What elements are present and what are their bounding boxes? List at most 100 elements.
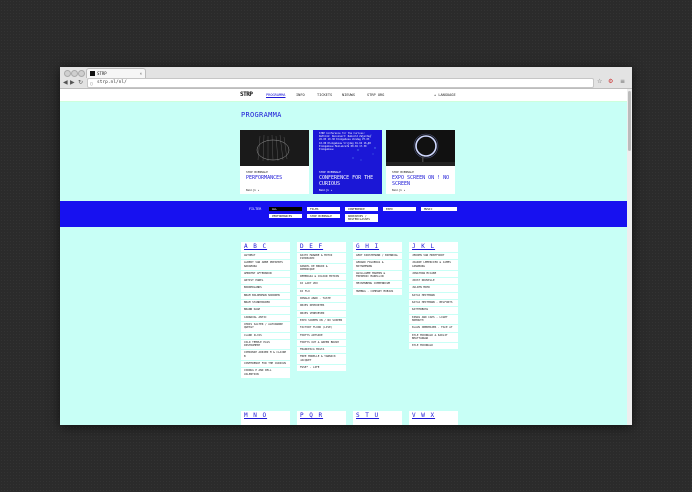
list-item[interactable]: FACTORY FLOOR (LIVE)	[297, 324, 346, 331]
filter-conference[interactable]: CONFERENCE	[345, 207, 378, 211]
list-item[interactable]: KLAUS OBERMAIER - FACE AT	[409, 324, 458, 331]
reload-button[interactable]: ↻	[78, 79, 83, 86]
language-selector[interactable]: ▴ LANGUAGE	[434, 92, 456, 98]
list-item[interactable]: JOANIE LEMERCIER & JAMES GINZBURG	[409, 259, 458, 270]
bookmark-star-icon[interactable]: ☆	[597, 78, 602, 86]
list-item[interactable]: JEROEN VAN MONTFOORT	[409, 252, 458, 259]
column-heading: V W X	[412, 412, 436, 419]
filter-strp-biennale[interactable]: STRP BIENNALE	[307, 214, 340, 218]
menu-icon[interactable]: ≡	[620, 78, 625, 86]
list-item[interactable]: DAITO MANABE & MOTOI ISHIBASHI	[297, 252, 346, 263]
list-item[interactable]: AUTOMAT	[241, 252, 290, 259]
list-item[interactable]: AMBIENT AFTERNOON	[241, 269, 290, 277]
card-performances[interactable]: STRP BIENNALE PERFORMANCES Bekijk ▸	[240, 130, 309, 194]
list-item[interactable]: ARTIST PANEL	[241, 277, 290, 284]
column-heading: G H I	[356, 243, 380, 250]
index-column-def: D E F DAITO MANABE & MOTOI ISHIBASHI DAN…	[297, 242, 346, 372]
list-item[interactable]: BRAM STANDHOUDER	[241, 299, 290, 306]
list-item[interactable]: JONATHAN MCCABE	[409, 269, 458, 277]
list-item[interactable]: COLD TEMPLE PLUS INSTRUMENT	[241, 338, 290, 350]
list-item[interactable]: GUILLAUME MARMIN & FREDERIC MARELLIN	[353, 269, 402, 281]
list-item[interactable]: KATJA HEITMANN	[409, 291, 458, 299]
filter-expo[interactable]: EXPO	[383, 207, 416, 211]
filter-music[interactable]: MUSIC	[421, 207, 457, 211]
list-item[interactable]: COMPANIE ADRIEN M & CLAIRE B	[241, 349, 290, 360]
filter-bar: FILTER ALL FILMS CONFERENCE EXPO MUSIC P…	[60, 201, 627, 227]
list-item[interactable]: KATJA HEITMANN - BELFORTS	[409, 299, 458, 306]
column-heading: A B C	[244, 243, 268, 250]
card-title[interactable]: CONFERENCE FOR THE CURIOUS	[319, 175, 379, 187]
list-item[interactable]: BORDERLANDS	[241, 284, 290, 291]
card-more-link[interactable]: Bekijk ▸	[392, 188, 405, 192]
list-item[interactable]: CHRIS SALTER / ALEXANDRE QUESSY	[241, 320, 290, 332]
list-item[interactable]: KYLE MCDONALD	[409, 342, 458, 349]
card-expo[interactable]: STRP BIENNALE EXPO SCREEN ON ! NO SCREEN…	[386, 130, 455, 194]
close-window-button[interactable]	[64, 70, 71, 77]
list-item[interactable]: GERT KIRSTEMANN / BIENNIAL	[353, 252, 402, 259]
nav-strp-org[interactable]: STRP ORG	[367, 92, 384, 98]
index-column-abc: A B C AUTOMAT ALBERT VAN ABBE PRESENTS N…	[241, 242, 290, 378]
nav-tickets[interactable]: TICKETS	[317, 92, 332, 98]
card-more-link[interactable]: Bekijk ▸	[246, 188, 259, 192]
card-title[interactable]: EXPO SCREEN ON ! NO SCREEN	[392, 175, 452, 187]
index-column-mno: M N O	[241, 411, 290, 425]
list-item[interactable]: JOOST NOUVELLE	[409, 277, 458, 284]
filter-films[interactable]: FILMS	[307, 207, 340, 211]
back-button[interactable]: ◀	[63, 79, 68, 86]
list-item[interactable]: FREE MORELLE & YANNICK JACQUET	[297, 353, 346, 364]
column-heading: P Q R	[300, 412, 324, 419]
browser-window: STRP × ◀ ▶ ↻ ▯ strp.nl/nl/ ☆ ⚙ ≡ STRP PR…	[60, 67, 632, 425]
list-item[interactable]: KATTERBOSS	[409, 306, 458, 313]
list-item[interactable]: DEMERGIA & COLOUR MOTION	[297, 273, 346, 280]
list-item[interactable]: GERARD FIGUERAS & MATHAMMANS	[353, 259, 402, 270]
minimize-window-button[interactable]	[71, 70, 78, 77]
card-conference[interactable]: STRP Conference for the Curious: Rethink…	[313, 130, 382, 194]
filter-all[interactable]: ALL	[269, 207, 302, 211]
index-column-stu: S T U	[353, 411, 402, 425]
list-item[interactable]: DJ FLO	[297, 287, 346, 295]
index-column-pqr: P Q R	[297, 411, 346, 425]
filter-performances[interactable]: PERFORMANCES	[269, 214, 302, 218]
extension-icon[interactable]: ⚙	[608, 78, 613, 86]
card-description: STRP Conference for the Curious: Rethink…	[319, 132, 371, 152]
list-item[interactable]: DONALD ABAD - TASTE	[297, 295, 346, 302]
list-item[interactable]: FORTYS ARTSIDE	[297, 331, 346, 339]
list-item[interactable]: JULIEN MIER	[409, 284, 458, 291]
scrollbar-thumb[interactable]	[628, 91, 631, 151]
forward-button[interactable]: ▶	[70, 79, 75, 86]
card-more-link[interactable]: Bekijk ▸	[319, 188, 332, 192]
list-item[interactable]: FUSE* - LIFE	[297, 364, 346, 371]
nav-info[interactable]: INFO	[296, 92, 305, 98]
index-column-vwx: V W X	[409, 411, 458, 425]
list-item[interactable]: BRAM BOLDERMAN NOORDEN	[241, 291, 290, 299]
list-item[interactable]: KINGS AND CAPS - LIGHT MAMOUTH	[409, 313, 458, 325]
list-item[interactable]: FORTYS OUT & GREEN BRUSH	[297, 338, 346, 346]
list-item[interactable]: CONFERENCE FOR THE CURIOUS	[241, 360, 290, 367]
list-item[interactable]: HUMBUG - COMPANY MOBIUS	[353, 287, 402, 295]
list-item[interactable]: FRANCESCA MASTA	[297, 346, 346, 353]
list-item[interactable]: HEISENBERG COMPENDIUM	[353, 280, 402, 287]
list-item[interactable]: DJ LADY ZOO	[297, 280, 346, 287]
address-bar[interactable]: ▯ strp.nl/nl/	[87, 78, 594, 88]
card-label: STRP BIENNALE	[392, 170, 414, 174]
page-scrollbar[interactable]	[627, 89, 632, 425]
tab-close-icon[interactable]: ×	[140, 69, 142, 78]
strp-logo[interactable]: STRP	[240, 91, 253, 98]
list-item[interactable]: DRIES DEPOORTER	[297, 302, 346, 309]
list-item[interactable]: KYLE MCDONALD & KADLIT BHATTANGAR	[409, 331, 458, 343]
nav-nieuws[interactable]: NIEUWS	[342, 92, 355, 98]
list-item[interactable]: EXPO SCREEN ON / NO SCREEN	[297, 316, 346, 324]
browser-tab[interactable]: STRP ×	[86, 68, 146, 78]
zoom-window-button[interactable]	[78, 70, 85, 77]
column-heading: M N O	[244, 412, 268, 419]
filter-workshops[interactable]: WORKSHOPS / MASTERCLASSES	[345, 214, 378, 222]
list-item[interactable]: DANIEL DE BRUIN & DOMINIQUE	[297, 262, 346, 274]
list-item[interactable]: CORDUG P AND DELL VALENTION	[241, 367, 290, 378]
list-item[interactable]: CARNAVAL ANTIC	[241, 313, 290, 321]
list-item[interactable]: DRIES VERHOEVEN	[297, 309, 346, 317]
list-item[interactable]: CLARK ILYAS	[241, 331, 290, 339]
list-item[interactable]: ALBERT VAN ABBE PRESENTS NAKAMURA	[241, 259, 290, 270]
nav-programma[interactable]: PROGRAMMA	[266, 92, 285, 98]
card-title[interactable]: PERFORMANCES	[246, 175, 306, 181]
list-item[interactable]: BRANN DAGE	[241, 306, 290, 313]
